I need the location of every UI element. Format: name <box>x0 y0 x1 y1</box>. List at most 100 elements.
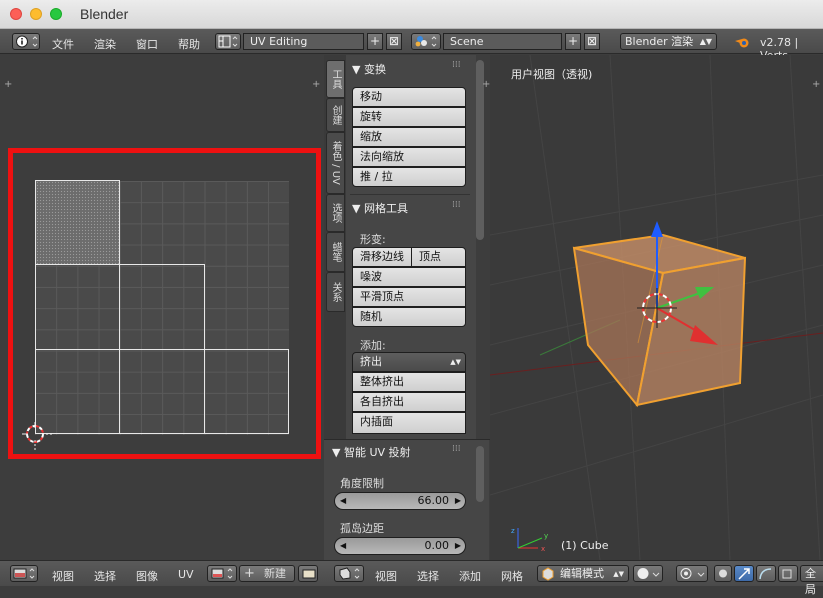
region-expand-icon[interactable]: + <box>482 79 490 90</box>
scene-selector[interactable] <box>411 33 441 50</box>
uv-menu-view[interactable]: 视图 <box>52 568 74 584</box>
info-icon <box>16 35 38 48</box>
angle-limit-value: 66.00 <box>417 494 450 507</box>
add-screen-button[interactable]: + <box>367 33 383 50</box>
arrow-right-icon[interactable]: ▶ <box>455 493 461 509</box>
mode-dropdown[interactable]: 编辑模式 ▲▼ <box>537 565 629 582</box>
delete-scene-button[interactable]: ⊠ <box>584 33 600 50</box>
region-expand-icon[interactable]: + <box>4 79 12 90</box>
uv-menu-select[interactable]: 选择 <box>94 568 116 584</box>
image-browse-button[interactable] <box>207 565 237 582</box>
inset-faces-button[interactable]: 内插面 <box>352 412 466 434</box>
angle-limit-label: 角度限制 <box>340 477 384 490</box>
edge-slide-button[interactable]: 滑移边线 <box>352 247 412 267</box>
tab-create[interactable]: 创建 <box>326 98 345 132</box>
transform-orientation-dropdown[interactable]: 全局 <box>800 565 823 596</box>
noise-button[interactable]: 噪波 <box>352 267 466 287</box>
smooth-vertex-button[interactable]: 平滑顶点 <box>352 287 466 307</box>
x-icon: ⊠ <box>586 34 598 48</box>
shading-dropdown[interactable] <box>633 565 663 582</box>
x-icon: ⊠ <box>388 34 400 48</box>
tab-relations[interactable]: 关系 <box>326 272 345 312</box>
panel-mesh-tools-header[interactable]: ▼ 网格工具 <box>352 200 408 216</box>
scale-icon <box>782 569 792 579</box>
translate-manipulator-button[interactable] <box>734 565 754 582</box>
view3d-menu-view[interactable]: 视图 <box>375 568 397 584</box>
maximize-window-button[interactable] <box>50 8 62 20</box>
scale-button[interactable]: 缩放 <box>352 127 466 147</box>
drag-handle-icon[interactable]: ⁞⁞⁞ <box>452 444 461 454</box>
active-object-label: (1) Cube <box>561 539 609 552</box>
extrude-individual-button[interactable]: 各自挤出 <box>352 392 466 412</box>
uv-menu-uvs[interactable]: UV <box>178 568 194 581</box>
menu-window[interactable]: 窗口 <box>136 36 158 52</box>
scene-name[interactable]: Scene <box>443 33 562 50</box>
folder-icon <box>302 569 316 579</box>
cube-object[interactable] <box>560 215 760 415</box>
window-title: Blender <box>80 6 129 22</box>
info-header: 文件 渲染 窗口 帮助 UV Editing + ⊠ Scene + ⊠ Ble… <box>0 29 823 62</box>
arrow-icon <box>738 568 750 580</box>
operator-panel-scrollbar[interactable] <box>476 446 484 502</box>
arrow-left-icon[interactable]: ◀ <box>340 538 346 554</box>
menu-help[interactable]: 帮助 <box>178 36 200 52</box>
pivot-point-dropdown[interactable] <box>676 565 708 582</box>
menu-render[interactable]: 渲染 <box>94 36 116 52</box>
orientation-label: 全局 <box>805 567 816 596</box>
vertex-slide-button[interactable]: 顶点 <box>411 247 466 267</box>
smart-uv-project-header[interactable]: ▼ 智能 UV 投射 <box>332 444 411 460</box>
panel-divider <box>324 439 490 440</box>
panel-divider <box>350 194 470 195</box>
view3d-menu-select[interactable]: 选择 <box>417 568 439 584</box>
editor-type-info-button[interactable] <box>12 33 40 50</box>
view3d-menu-mesh[interactable]: 网格 <box>501 568 523 584</box>
rotate-button[interactable]: 旋转 <box>352 107 466 127</box>
tab-tools[interactable]: 工具 <box>326 60 345 98</box>
tab-options[interactable]: 选项 <box>326 194 345 232</box>
shrink-fatten-button[interactable]: 法向缩放 <box>352 147 466 167</box>
3d-editor-type-button[interactable] <box>334 565 364 582</box>
close-window-button[interactable] <box>10 8 22 20</box>
scene-icon <box>415 36 437 47</box>
menu-file[interactable]: 文件 <box>52 36 74 52</box>
region-expand-icon[interactable]: + <box>312 79 320 90</box>
render-engine-dropdown[interactable]: Blender 渲染 ▲▼ <box>620 33 717 50</box>
blender-logo-icon <box>735 38 749 48</box>
manipulator-toggle[interactable] <box>714 565 732 582</box>
translate-button[interactable]: 移动 <box>352 87 466 107</box>
pivot-icon <box>680 568 705 579</box>
updown-arrows-icon: ▲▼ <box>450 358 461 366</box>
add-scene-button[interactable]: + <box>565 33 581 50</box>
drag-handle-icon[interactable]: ⁞⁞⁞ <box>452 60 461 70</box>
drag-handle-icon[interactable]: ⁞⁞⁞ <box>452 200 461 210</box>
island-margin-label: 孤岛边距 <box>340 522 384 535</box>
tab-grease-pencil[interactable]: 蜡笔 <box>326 232 345 272</box>
extrude-label: 挤出 <box>360 355 382 368</box>
island-margin-field[interactable]: ◀ 0.00 ▶ <box>334 537 466 555</box>
arrow-right-icon[interactable]: ▶ <box>455 538 461 554</box>
extrude-dropdown[interactable]: 挤出 ▲▼ <box>352 352 466 372</box>
arrow-left-icon[interactable]: ◀ <box>340 493 346 509</box>
extrude-region-button[interactable]: 整体挤出 <box>352 372 466 392</box>
window-titlebar: Blender <box>0 0 823 29</box>
minimize-window-button[interactable] <box>30 8 42 20</box>
panel-transform-header[interactable]: ▼ 变换 <box>352 61 386 77</box>
push-pull-button[interactable]: 推 / 拉 <box>352 167 466 187</box>
region-expand-icon[interactable]: + <box>812 79 820 90</box>
rotate-arc-icon <box>759 568 772 580</box>
delete-screen-button[interactable]: ⊠ <box>386 33 402 50</box>
uv-editor-type-button[interactable] <box>10 565 38 582</box>
scale-manipulator-button[interactable] <box>778 565 798 582</box>
rotate-manipulator-button[interactable] <box>756 565 776 582</box>
uv-menu-image[interactable]: 图像 <box>136 568 158 584</box>
angle-limit-field[interactable]: ◀ 66.00 ▶ <box>334 492 466 510</box>
open-image-button[interactable] <box>298 565 318 582</box>
screen-layout-selector[interactable] <box>215 33 241 50</box>
new-image-button[interactable]: + 新建 <box>239 565 295 582</box>
randomize-button[interactable]: 随机 <box>352 307 466 327</box>
view3d-menu-add[interactable]: 添加 <box>459 568 481 584</box>
plus-icon: + <box>369 34 381 48</box>
tab-shading-uv[interactable]: 着色 / UV <box>326 132 345 194</box>
editor-headers: 视图 选择 图像 UV + 新建 视图 选择 添加 网格 编辑模式 ▲▼ 全局 <box>0 560 823 596</box>
screen-layout-name[interactable]: UV Editing <box>243 33 364 50</box>
